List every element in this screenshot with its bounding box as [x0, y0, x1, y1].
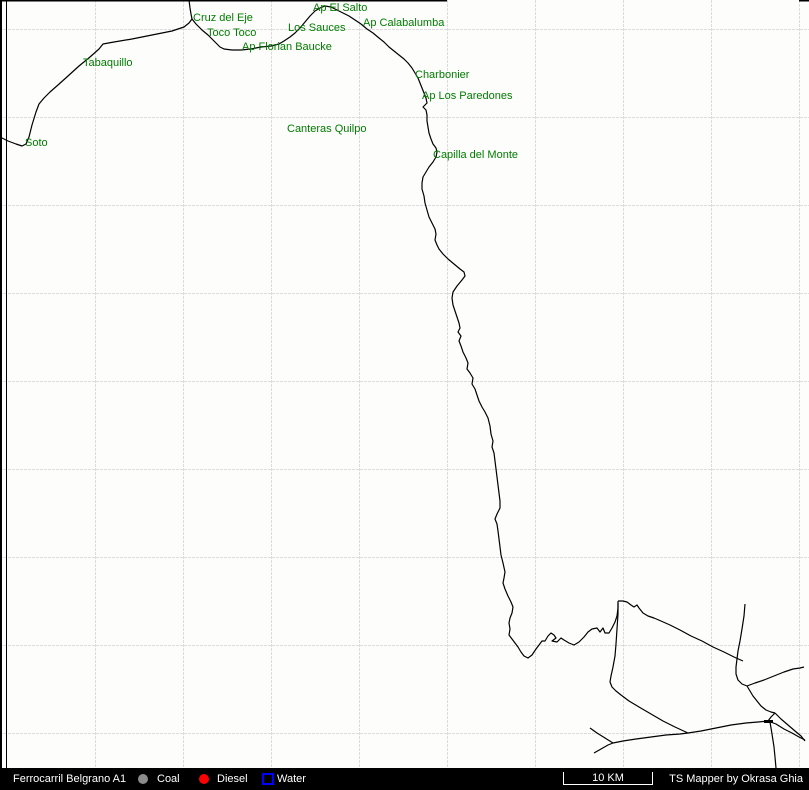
map-border-left-inner [6, 0, 7, 768]
station-label: Ap Calabalumba [363, 18, 444, 29]
station-label: Ap Los Paredones [422, 91, 513, 102]
legend-label: Coal [157, 773, 180, 785]
railway-line [770, 722, 776, 768]
railway-line [189, 0, 192, 19]
coal-marker-icon [138, 774, 148, 784]
station-label: Charbonier [415, 70, 469, 81]
map-canvas[interactable]: Cruz del Eje Toco Toco Ap El Salto Los Sauc… [0, 0, 809, 768]
station-label: Canteras Quilpo [287, 124, 367, 135]
railway-line [610, 603, 688, 733]
railway-line [590, 728, 613, 743]
station-label: Capilla del Monte [433, 150, 518, 161]
map-border-top [0, 0, 447, 2]
railway-line [594, 721, 805, 753]
status-bar: Ferrocarril Belgrano A1 CoalDieselWater … [0, 768, 809, 790]
water-marker-icon [262, 773, 274, 785]
diesel-marker-icon [199, 774, 209, 784]
station-label: Soto [25, 138, 48, 149]
junction-marker [764, 720, 773, 723]
station-label: Los Sauces [288, 23, 345, 34]
railway-line [747, 667, 804, 686]
scale-bar: 10 KM [563, 772, 653, 785]
station-label: Cruz del Eje [193, 13, 253, 24]
railway-line [775, 713, 805, 741]
map-border-top-right [799, 0, 809, 2]
legend-label: Diesel [217, 773, 248, 785]
map-border-left-outer [0, 0, 2, 768]
credit-text: TS Mapper by Okrasa Ghia [669, 773, 803, 785]
railway-line [618, 601, 743, 661]
route-name: Ferrocarril Belgrano A1 [13, 773, 126, 785]
railway-map-drawing [0, 0, 809, 768]
station-label: Ap El Salto [313, 3, 367, 14]
legend-label: Water [277, 773, 306, 785]
scale-label: 10 KM [592, 772, 624, 784]
station-label: Ap Florian Baucke [242, 42, 332, 53]
railway-line [0, 6, 618, 658]
station-label: Tabaquillo [83, 58, 133, 69]
station-label: Toco Toco [207, 28, 256, 39]
railway-line [768, 713, 775, 721]
railway-line [747, 686, 775, 713]
